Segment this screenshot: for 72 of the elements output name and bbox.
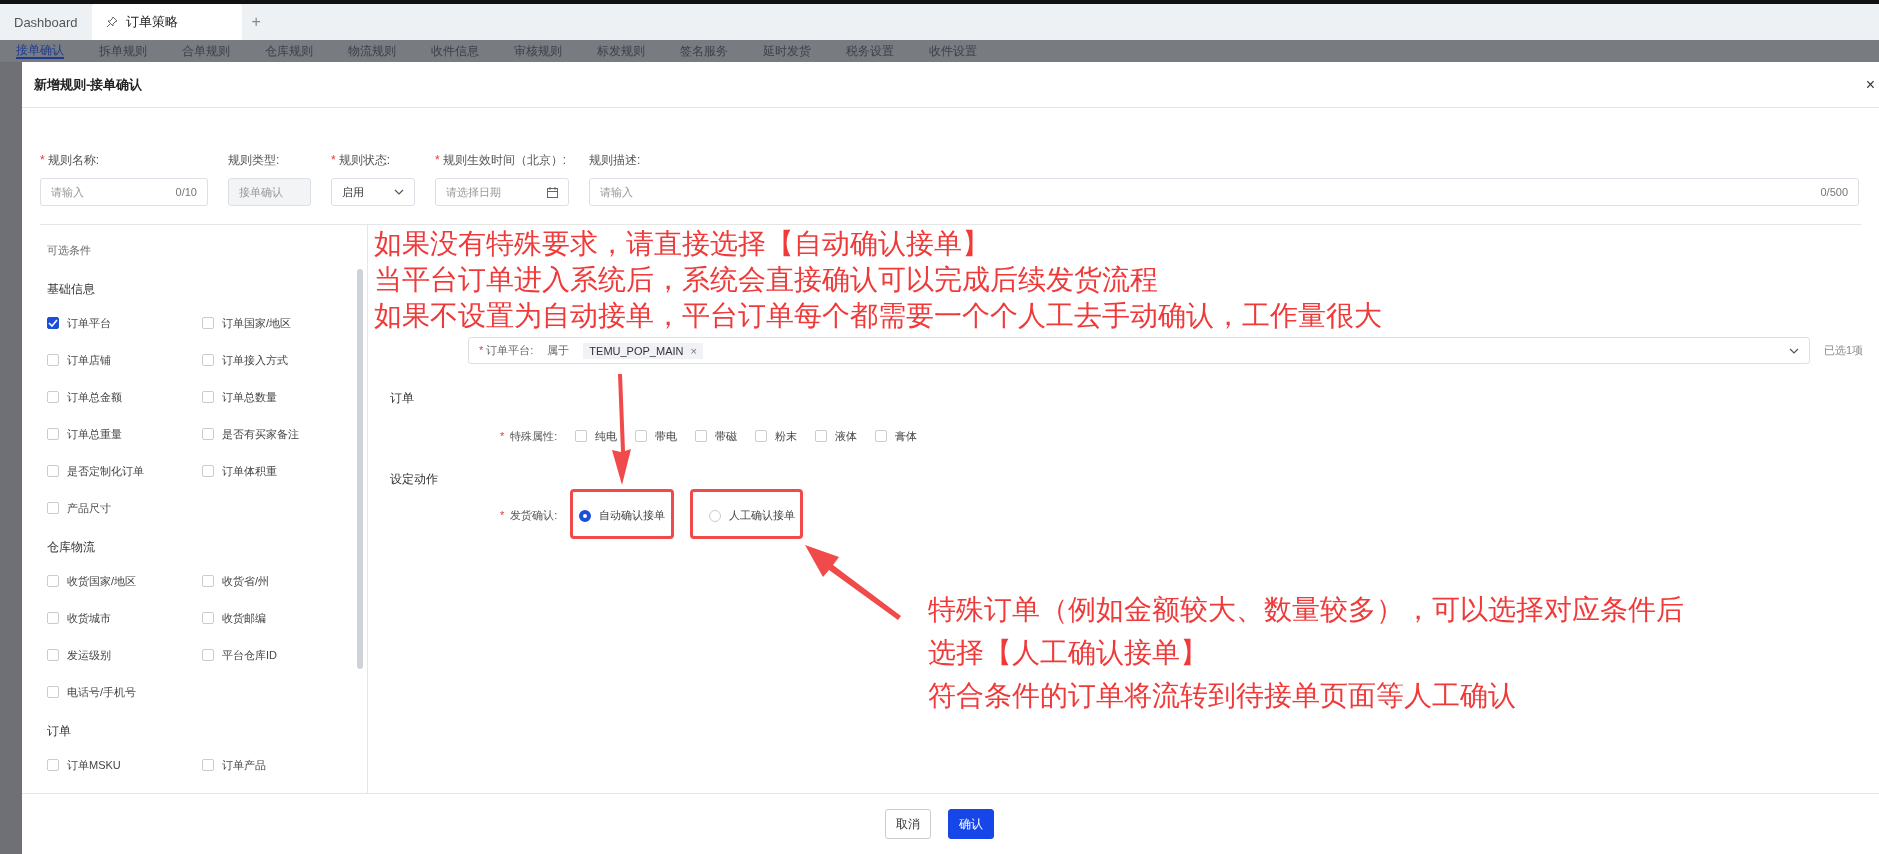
scrollbar[interactable]	[357, 269, 363, 669]
date-field[interactable]: 请选择日期	[435, 178, 569, 206]
annotation-text: 选择【人工确认接单】	[928, 636, 1208, 670]
radio-label: 人工确认接单	[729, 508, 796, 523]
readonly-field: 接单确认	[228, 178, 311, 206]
checkbox-label: 订单平台	[67, 315, 111, 331]
condition-select[interactable]: * 订单平台: 属于 TEMU_POP_MAIN ×	[468, 337, 1810, 364]
page-tab[interactable]: 订单策略	[91, 4, 242, 40]
group-title: 仓库物流	[47, 539, 96, 556]
close-button[interactable]: ×	[1865, 75, 1875, 94]
checkbox-label: 收货国家/地区	[67, 573, 137, 589]
rule-tab[interactable]: 审核规则	[514, 44, 562, 58]
chevron-down-icon	[1788, 347, 1799, 354]
field-label: * 特殊属性:	[500, 428, 558, 444]
annotation-text: 如果没有特殊要求，请直接选择【自动确认接单】	[374, 227, 990, 261]
checkbox-label: 发运级别	[67, 647, 111, 663]
text-field[interactable]: 请输入 0/500	[589, 178, 1859, 206]
checkbox-label: 订单接入方式	[222, 352, 288, 368]
checkbox-label: 收货省/州	[222, 573, 270, 589]
checkbox-label: 是否有买家备注	[222, 426, 299, 442]
checkbox-label: 订单总金额	[67, 389, 122, 405]
group-title: 基础信息	[47, 281, 96, 298]
confirm-button[interactable]: 确认	[948, 809, 994, 839]
status-select[interactable]: 启用	[331, 178, 415, 206]
checkbox-label: 带电	[655, 428, 678, 444]
dialog-title: 新增规则-接单确认	[34, 75, 143, 94]
rule-tab[interactable]: 物流规则	[348, 44, 396, 58]
field-label: 规则类型:	[228, 152, 281, 168]
add-tab-button[interactable]: +	[241, 4, 271, 40]
checkbox-label: 膏体	[895, 428, 918, 444]
field-label: * 规则生效时间（北京）:	[435, 152, 567, 168]
radio-label: 自动确认接单	[599, 508, 666, 523]
checkbox-label: 产品尺寸	[67, 500, 111, 516]
checkbox-label: 收货邮编	[222, 610, 266, 626]
page-tab[interactable]: Dashboard	[0, 4, 92, 40]
annotation-text: 当平台订单进入系统后，系统会直接确认可以完成后续发货流程	[374, 263, 1158, 297]
field-label: 规则描述:	[589, 152, 642, 168]
field-label: * 规则名称:	[40, 152, 100, 168]
annotation-text: 符合条件的订单将流转到待接单页面等人工确认	[928, 679, 1516, 713]
cancel-button[interactable]: 取消	[885, 809, 931, 839]
checkbox-label: 电话号/手机号	[67, 684, 137, 700]
checkbox-label: 粉末	[775, 428, 798, 444]
checkbox-label: 是否定制化订单	[67, 463, 144, 479]
checkbox[interactable]	[47, 317, 59, 329]
checkbox-label: 订单总重量	[67, 426, 122, 442]
checkbox-label: 订单店铺	[67, 352, 111, 368]
platform-tag[interactable]: TEMU_POP_MAIN ×	[583, 342, 703, 359]
checkbox-label: 订单体积重	[222, 463, 277, 479]
annotation-text: 特殊订单（例如金额较大、数量较多），可以选择对应条件后	[928, 593, 1684, 627]
checkbox-label: 收货城市	[67, 610, 111, 626]
selected-count: 已选1项	[1823, 343, 1863, 358]
group-title: 订单	[47, 723, 72, 740]
text-field[interactable]: 请输入 0/10	[40, 178, 208, 206]
checkbox-label: 纯电	[595, 428, 618, 444]
panel-title: 可选条件	[47, 243, 92, 258]
annotation-text: 如果不设置为自动接单，平台订单每个都需要一个个人工去手动确认，工作量很大	[374, 299, 1382, 333]
checkbox-label: 订单总数量	[222, 389, 277, 405]
calendar-icon	[547, 186, 558, 198]
field-label: * 规则状态:	[331, 152, 391, 168]
chevron-down-icon	[394, 189, 404, 195]
radio-button[interactable]	[579, 509, 592, 522]
checkbox-label: 订单MSKU	[67, 757, 121, 773]
field-label: * 发货确认:	[500, 508, 558, 523]
rule-tab[interactable]: 接单确认	[16, 43, 64, 59]
checkbox-label: 带磁	[715, 428, 738, 444]
checkbox-label: 液体	[835, 428, 858, 444]
checkbox-label: 平台仓库ID	[222, 647, 277, 663]
section-title: 设定动作	[390, 471, 439, 488]
checkbox-label: 订单产品	[222, 757, 266, 773]
checkbox-label: 订单国家/地区	[222, 315, 292, 331]
section-title: 订单	[390, 390, 415, 407]
rule-tab[interactable]: 标发规则	[597, 44, 645, 58]
